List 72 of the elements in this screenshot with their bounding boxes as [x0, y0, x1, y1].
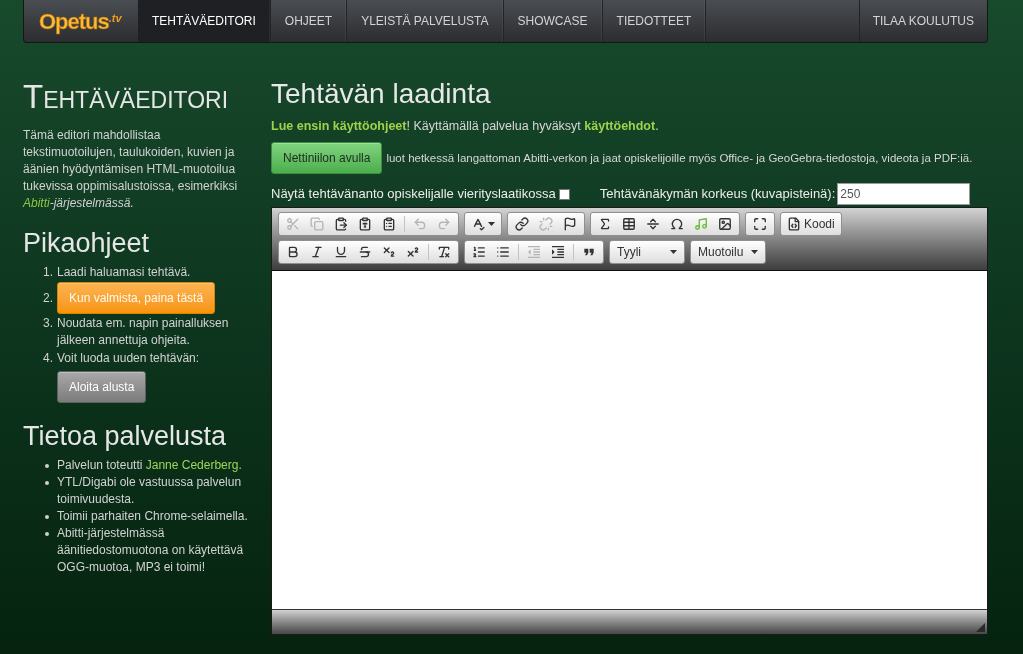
redo-icon [437, 217, 451, 231]
source-button[interactable]: Koodi [783, 213, 839, 235]
nav-tab[interactable]: TEHTÄVÄEDITORI [138, 0, 271, 42]
bold-icon [286, 245, 300, 259]
intro-text: Tämä editori mahdollistaa tekstimuotoilujen, taulukoiden, kuvien ja äänien hyödyntämisen HTML-muotoilua tukevissa oppimisalustoissa, esimerkiksi Abitti-järjestelmässä. [23, 127, 239, 212]
underline-icon [334, 245, 348, 259]
list-item-text: Palvelun toteutti Janne Cederberg. [57, 457, 242, 474]
inline-link[interactable]: Janne Cederberg. [145, 458, 242, 472]
omega-icon [670, 217, 684, 231]
nav-tab[interactable]: SHOWCASE [503, 0, 603, 42]
clipboard-text-icon [358, 217, 372, 231]
nav-tab[interactable]: TIEDOTTEET [602, 0, 707, 42]
scissors-icon [286, 217, 300, 231]
outdent-icon [526, 244, 542, 260]
inline-link[interactable]: Abitti [23, 196, 50, 210]
caret-icon [751, 250, 758, 254]
indent-icon [550, 244, 566, 260]
subscript-icon [382, 245, 396, 259]
dropdown[interactable]: Muotoilu [690, 240, 766, 264]
list-item-text: YTL/Digabi ole vastuussa palvelun toimivuudesta. [57, 474, 243, 508]
nav-tab[interactable]: OHJEET [270, 0, 348, 42]
nav-tab[interactable]: TILAA KOULUTUS [858, 0, 987, 42]
section-heading: Tehtävän laadinta [271, 78, 492, 110]
unlink-icon [539, 217, 553, 231]
nav-tab[interactable]: YLEISTÄ PALVELUSTA [347, 0, 504, 42]
horizontal-line-icon [646, 217, 660, 231]
bullet-icon [45, 464, 49, 468]
numbered-list-icon [472, 245, 486, 259]
bullet-icon [45, 532, 49, 536]
resize-grip-icon[interactable] [976, 623, 985, 632]
code-file-icon [787, 217, 801, 231]
list-item-text: Abitti-järjestelmässä äänitiedostomuotona on käytettävä OGG-muotoa, MP3 ei toimi! [57, 525, 245, 576]
superscript-icon [406, 245, 420, 259]
caret-icon [488, 222, 495, 226]
bullet-icon [45, 515, 49, 519]
action-button[interactable]: Nettiniilon avulla [271, 142, 383, 174]
list-number: 3. [42, 315, 53, 332]
notice-text: Lue ensin käyttöohjeet! Käyttämällä palvelua hyväksyt käyttöehdot. [271, 118, 660, 134]
remove-format-icon [437, 245, 451, 259]
list-item-text: Toimii parhaiten Chrome-selaimella. [57, 508, 248, 525]
copy-icon [310, 217, 324, 231]
list-number: 4. [42, 350, 53, 367]
section-heading: Pikaohjeet [23, 227, 151, 260]
table-icon [622, 217, 636, 231]
caret-icon [670, 250, 677, 254]
image-icon [718, 217, 732, 231]
checkbox-label: Näytä tehtävänanto opiskelijalle vierityslaatikossa [271, 185, 556, 204]
step-text: Noudata em. napin painalluksen jälkeen annettuja ohjeita. [57, 315, 230, 349]
height-input[interactable]: 250 [837, 183, 971, 205]
step-text: Laadi haluamasi tehtävä. [57, 264, 191, 281]
list-number: 1. [42, 264, 53, 281]
step-text: Voit luoda uuden tehtävän: [57, 350, 200, 367]
clipboard-list-icon [382, 217, 396, 231]
section-heading: Tietoa palvelusta [23, 420, 228, 453]
link-icon [515, 217, 529, 231]
promo-text: luot hetkessä langattoman Abitti-verkon ja jaat opiskelijoille myös Office- ja GeoGebra-tiedostoja, videota ja PDF:iä. [386, 150, 973, 166]
music-note-icon [694, 217, 708, 231]
strikethrough-icon [358, 245, 372, 259]
bulleted-list-icon [496, 245, 510, 259]
list-number: 2. [42, 289, 53, 307]
maximize-icon [753, 217, 767, 231]
undo-icon [413, 217, 427, 231]
flag-icon [563, 217, 577, 231]
sigma-icon [598, 217, 612, 231]
field-label: Tehtävänäkymän korkeus (kuvapisteinä): [599, 185, 836, 204]
checkbox[interactable] [558, 188, 570, 200]
italic-icon [310, 245, 324, 259]
spellcheck-icon [471, 217, 485, 231]
page-title: TEHTÄVÄEDITORI [23, 78, 230, 117]
bullet-icon [45, 481, 49, 485]
dropdown[interactable]: Tyyli [609, 240, 685, 264]
clipboard-icon [334, 217, 348, 231]
